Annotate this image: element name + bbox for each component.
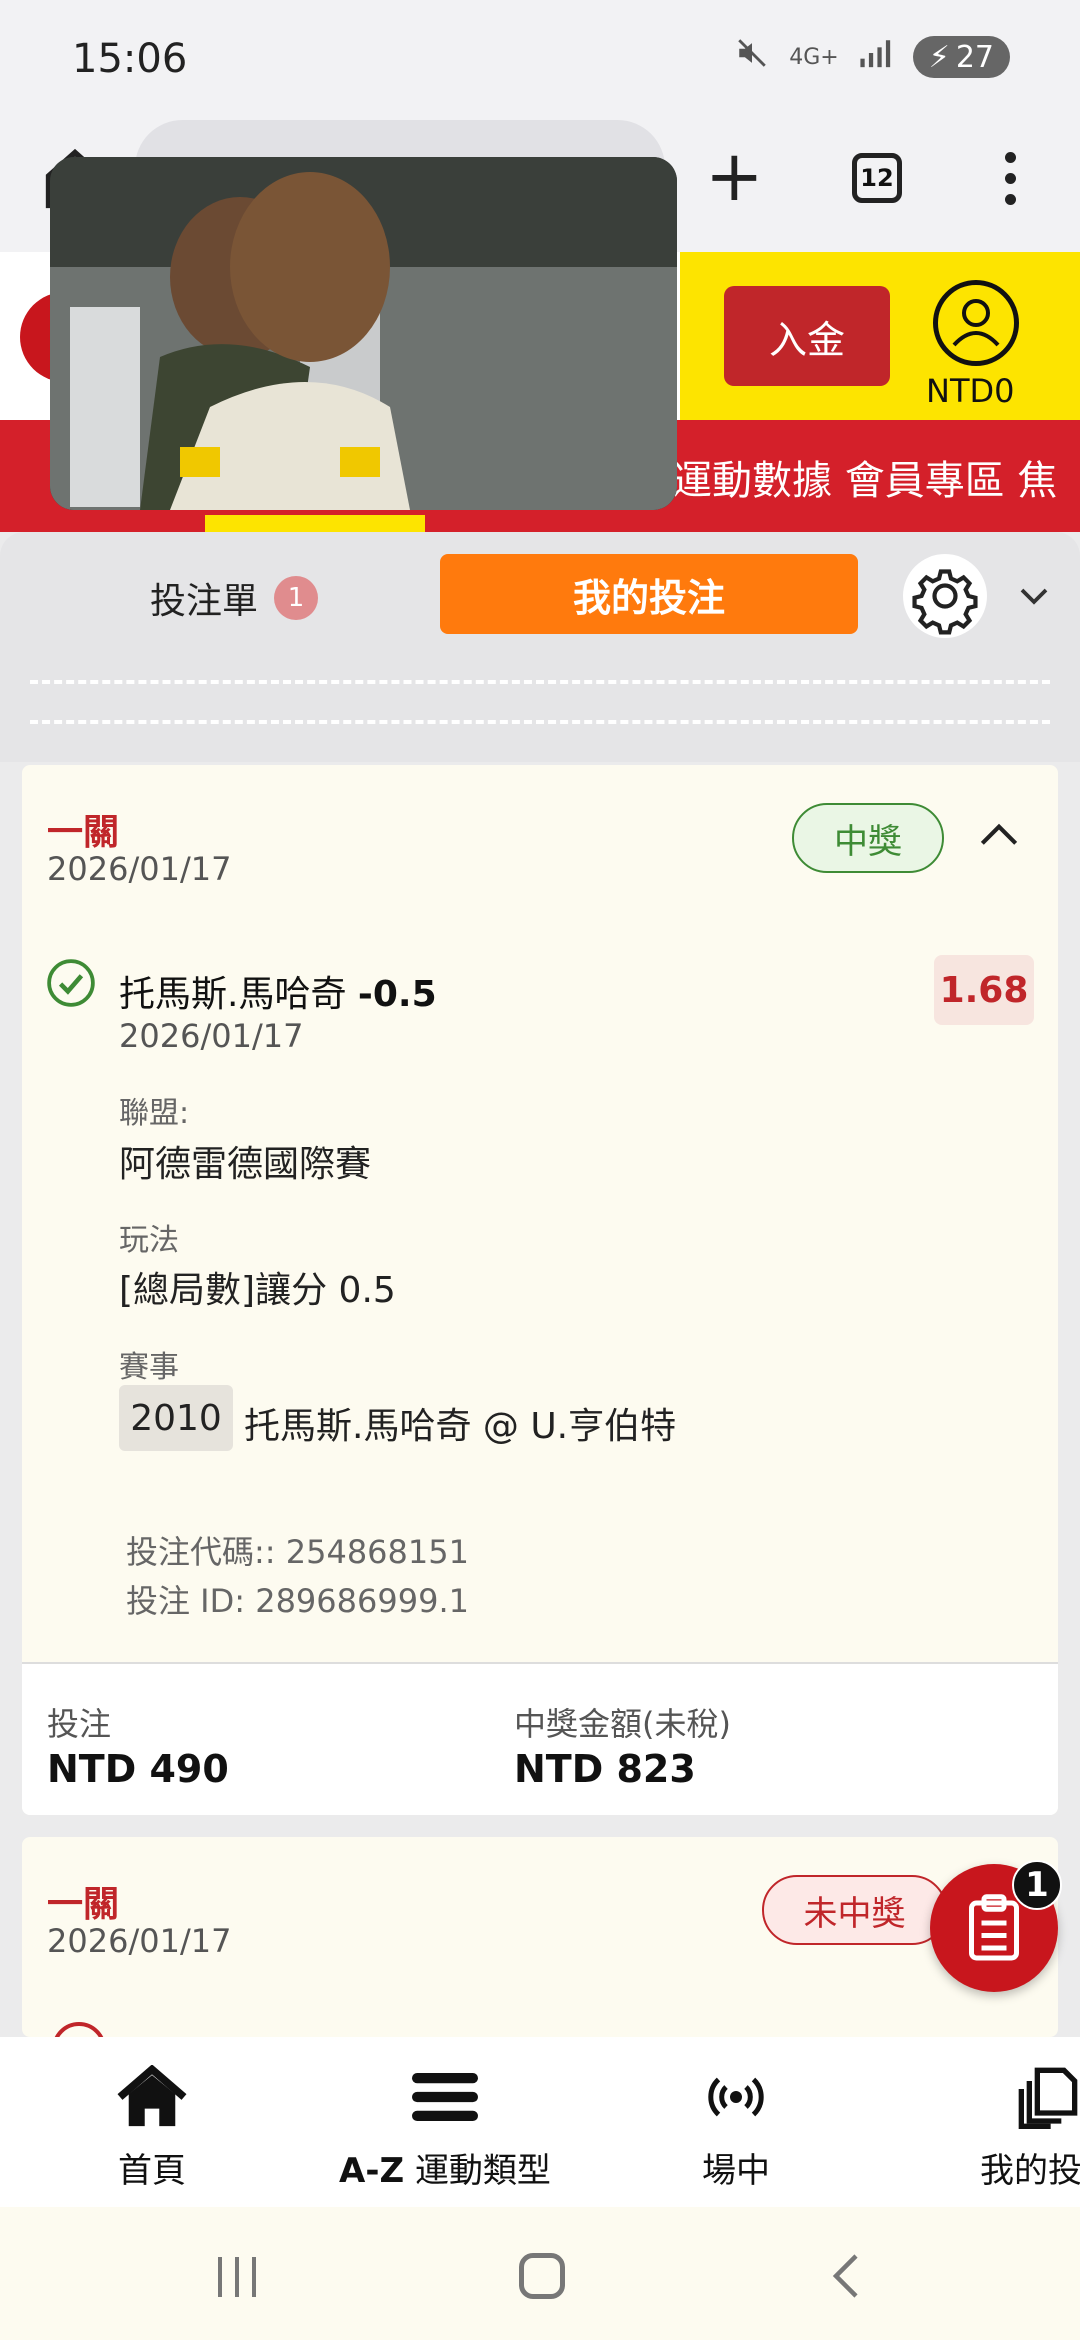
- battery-indicator: ⚡ 27: [912, 36, 1010, 78]
- stake-value: NTD 490: [47, 1747, 229, 1791]
- status-badge: 中獎: [792, 803, 944, 873]
- league-value: 阿德雷德國際賽: [119, 1144, 372, 1185]
- selection-handicap: -0.5: [357, 974, 437, 1015]
- active-nav-indicator: [205, 515, 425, 532]
- nav-label: A-Z 運動類型: [339, 2143, 551, 2192]
- nav-label: 我的投注: [980, 2151, 1080, 2191]
- browser-menu-icon[interactable]: [1000, 152, 1020, 205]
- mute-icon: [735, 36, 769, 78]
- selection-title: 托馬斯.馬哈奇 -0.5: [119, 965, 437, 1017]
- nav-label-bold: A-Z: [339, 2151, 405, 2191]
- nav-label: 場中: [702, 2151, 770, 2191]
- settings-gear-icon[interactable]: [903, 554, 987, 638]
- bet-type: 一關: [47, 812, 120, 853]
- status-time: 15:06: [72, 36, 188, 82]
- account-balance: NTD0: [926, 372, 1015, 410]
- stake-label: 投注: [47, 1705, 112, 1743]
- market-value: [總局數]讓分 0.5: [119, 1270, 396, 1311]
- system-nav-bar: [0, 2207, 1080, 2340]
- tab-my-bets[interactable]: 我的投注: [440, 554, 858, 634]
- selection-name: 托馬斯.馬哈奇: [119, 974, 347, 1015]
- chevron-down-icon[interactable]: [1016, 578, 1052, 614]
- live-video-overlay[interactable]: [50, 157, 677, 510]
- bet-type: 一關: [47, 1884, 120, 1925]
- system-home-button[interactable]: [519, 2253, 565, 2299]
- copy-icon: [1016, 2065, 1080, 2129]
- selection-date: 2026/01/17: [119, 1017, 304, 1055]
- bet-card: 一關 2026/01/17 未中獎: [22, 1837, 1058, 2037]
- bet-date: 2026/01/17: [47, 1922, 232, 1960]
- bet-slip-count-badge: 1: [274, 576, 319, 620]
- nav-label-text: 運動類型: [414, 2151, 551, 2191]
- nav-item-home[interactable]: 首頁: [92, 2037, 212, 2207]
- live-icon: [706, 2065, 766, 2129]
- payout-value: NTD 823: [514, 1747, 696, 1791]
- odds-badge: 1.68: [934, 955, 1034, 1025]
- tab-bet-slip[interactable]: 投注單 1: [150, 572, 319, 624]
- system-back-button[interactable]: [828, 2251, 864, 2301]
- floating-slip-count-badge: 1: [1012, 1860, 1062, 1910]
- status-badge: 未中獎: [762, 1875, 947, 1945]
- bet-date: 2026/01/17: [47, 850, 232, 888]
- deposit-button[interactable]: 入金: [724, 286, 890, 386]
- check-circle-icon: [46, 958, 96, 1008]
- dashed-divider: [30, 680, 1050, 684]
- event-id-badge: 2010: [119, 1385, 233, 1451]
- market-label: 玩法: [119, 1223, 179, 1258]
- charging-icon: ⚡: [928, 39, 950, 75]
- network-type: 4G+: [789, 44, 839, 70]
- status-icons: 4G+ ⚡ 27: [735, 36, 1010, 78]
- bet-code: 投注代碼:: 254868151: [126, 1533, 469, 1571]
- category-nav-links[interactable]: 運動數據 會員專區 焦: [672, 448, 1057, 506]
- bet-id: 投注 ID: 289686999.1: [126, 1582, 469, 1620]
- payout-label: 中獎金額(未稅): [514, 1705, 731, 1743]
- recent-apps-button[interactable]: [218, 2257, 256, 2297]
- bottom-nav: 首頁 A-Z 運動類型 場中 我的投注: [0, 2037, 1080, 2207]
- tab-switcher-button[interactable]: 12: [852, 153, 902, 203]
- bet-slip-bar: 投注單 1 我的投注: [0, 532, 1080, 662]
- user-avatar-icon[interactable]: [933, 280, 1019, 366]
- new-tab-button[interactable]: +: [705, 141, 764, 211]
- dashed-divider: [30, 720, 1050, 724]
- cross-circle-icon: [52, 2022, 106, 2037]
- nav-item-my-bets[interactable]: 我的投注: [948, 2037, 1080, 2207]
- event-name: 托馬斯.馬哈奇 @ U.亨伯特: [244, 1406, 677, 1447]
- nav-item-sports[interactable]: A-Z 運動類型: [330, 2037, 560, 2207]
- league-label: 聯盟:: [119, 1096, 190, 1131]
- bet-card: 一關 2026/01/17 中獎 托馬斯.馬哈奇 -0.5 1.68 2026/…: [22, 765, 1058, 1815]
- chevron-up-icon[interactable]: [974, 810, 1024, 860]
- list-icon: [409, 2065, 481, 2129]
- status-bar: 15:06 4G+ ⚡ 27: [0, 0, 1080, 130]
- slip-separator: [0, 662, 1080, 762]
- nav-label: 首頁: [118, 2151, 186, 2191]
- home-icon: [116, 2065, 188, 2129]
- signal-icon: [859, 38, 893, 76]
- event-label: 賽事: [119, 1350, 179, 1385]
- battery-level: 27: [955, 39, 994, 75]
- tab-bet-slip-label: 投注單: [150, 581, 259, 622]
- nav-item-live[interactable]: 場中: [676, 2037, 796, 2207]
